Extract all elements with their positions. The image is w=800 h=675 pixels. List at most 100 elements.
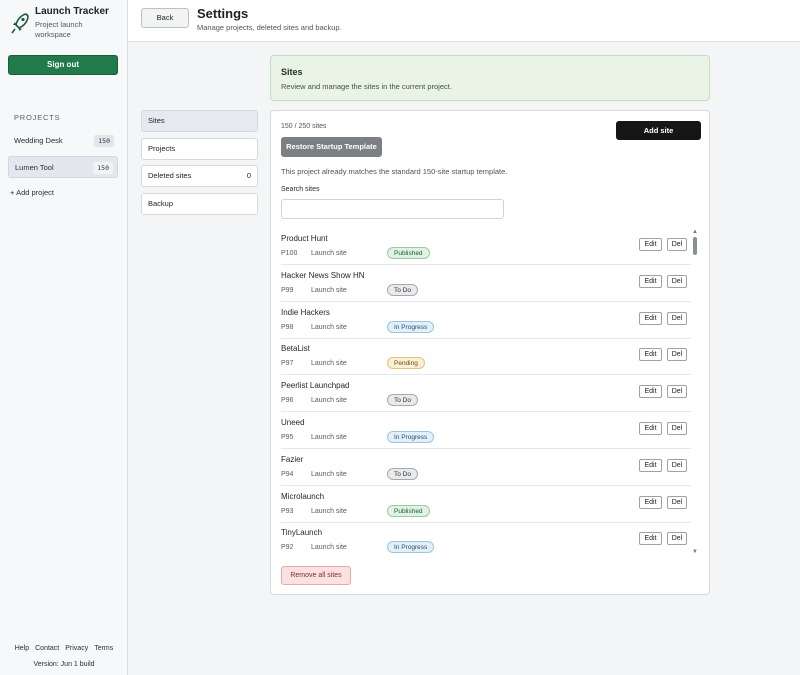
scroll-down-icon[interactable]: ▼ bbox=[692, 549, 698, 555]
project-item-wedding-desk[interactable]: Wedding Desk 150 bbox=[8, 130, 118, 152]
site-type: Launch site bbox=[311, 360, 347, 368]
edit-site-button[interactable]: Edit bbox=[639, 274, 662, 288]
delete-site-button[interactable]: Del bbox=[667, 422, 687, 435]
page-header: Back Settings Manage projects, deleted s… bbox=[128, 0, 800, 42]
app-subtitle: Project launch workspace bbox=[35, 20, 83, 39]
search-label: Search sites bbox=[281, 186, 320, 193]
site-id: P97 bbox=[281, 360, 294, 368]
delete-site-button[interactable]: Del bbox=[667, 311, 687, 325]
site-name: BetaList bbox=[281, 344, 310, 354]
site-id: P94 bbox=[281, 470, 294, 478]
site-name: Product Hunt bbox=[281, 234, 328, 243]
sign-out-button[interactable]: Sign out bbox=[8, 55, 118, 75]
scroll-thumb[interactable] bbox=[693, 237, 697, 255]
site-id: P95 bbox=[281, 434, 294, 441]
status-badge: Pending bbox=[387, 357, 425, 370]
delete-site-button[interactable]: Del bbox=[667, 458, 687, 472]
site-name: Fazier bbox=[281, 454, 304, 464]
status-badge: To Do bbox=[387, 467, 418, 480]
section-tab-backup[interactable]: Backup bbox=[141, 193, 258, 215]
sites-panel: 150 / 250 sites Add site Restore Startup… bbox=[270, 110, 710, 595]
site-type: Launch site bbox=[311, 470, 347, 478]
scroll-up-icon[interactable]: ▲ bbox=[692, 229, 698, 235]
restore-template-button[interactable]: Restore Startup Template bbox=[281, 137, 382, 157]
site-row: Uneed P95 Launch site In Progress Edit D… bbox=[281, 413, 691, 449]
section-tab-label: Sites bbox=[148, 116, 165, 125]
section-tab-projects[interactable]: Projects bbox=[141, 138, 258, 160]
footer-link-privacy[interactable]: Privacy bbox=[65, 645, 88, 652]
page-title: Settings bbox=[197, 6, 249, 21]
site-type: Launch site bbox=[311, 323, 347, 331]
back-button[interactable]: Back bbox=[141, 8, 189, 28]
edit-site-button[interactable]: Edit bbox=[639, 348, 662, 362]
app-title: Launch Tracker bbox=[35, 6, 109, 17]
delete-site-button[interactable]: Del bbox=[667, 238, 687, 251]
delete-site-button[interactable]: Del bbox=[667, 495, 687, 509]
delete-site-button[interactable]: Del bbox=[667, 348, 687, 362]
template-note: This project already matches the standar… bbox=[281, 167, 508, 176]
site-id: P96 bbox=[281, 397, 294, 405]
site-type: Launch site bbox=[311, 544, 347, 552]
projects-heading: PROJECTS bbox=[14, 113, 61, 122]
site-id: P100 bbox=[281, 250, 298, 257]
delete-site-button[interactable]: Del bbox=[667, 532, 687, 546]
section-tab-sites[interactable]: Sites bbox=[141, 110, 258, 132]
site-name: Uneed bbox=[281, 418, 305, 427]
brand: Launch Tracker Project launch workspace bbox=[10, 6, 109, 40]
site-list-scrollbar[interactable]: ▲ ▼ bbox=[691, 229, 699, 557]
sites-count: 150 / 250 sites bbox=[281, 123, 327, 130]
site-name: Indie Hackers bbox=[281, 307, 330, 317]
add-site-button[interactable]: Add site bbox=[616, 121, 701, 140]
site-type: Launch site bbox=[311, 507, 347, 515]
status-badge: To Do bbox=[387, 283, 418, 296]
status-badge: In Progress bbox=[387, 431, 435, 443]
edit-site-button[interactable]: Edit bbox=[639, 532, 662, 546]
site-row: Fazier P94 Launch site To Do Edit Del bbox=[281, 450, 691, 486]
sidebar: Launch Tracker Project launch workspace … bbox=[0, 0, 128, 675]
site-list: Product Hunt P100 Launch site Published … bbox=[281, 229, 697, 557]
site-row: Product Hunt P100 Launch site Published … bbox=[281, 229, 691, 265]
site-row: BetaList P97 Launch site Pending Edit De… bbox=[281, 339, 691, 376]
remove-all-sites-button[interactable]: Remove all sites bbox=[281, 566, 351, 585]
edit-site-button[interactable]: Edit bbox=[639, 311, 662, 325]
status-badge: Published bbox=[387, 504, 430, 517]
edit-site-button[interactable]: Edit bbox=[639, 495, 662, 509]
site-row: Hacker News Show HN P99 Launch site To D… bbox=[281, 266, 691, 302]
footer-link-help[interactable]: Help bbox=[15, 645, 29, 652]
status-badge: In Progress bbox=[387, 320, 435, 333]
status-badge: Published bbox=[387, 247, 430, 259]
site-id: P92 bbox=[281, 544, 294, 552]
site-name: TinyLaunch bbox=[281, 528, 323, 538]
footer-link-contact[interactable]: Contact bbox=[35, 645, 59, 652]
search-input[interactable] bbox=[281, 199, 504, 219]
site-type: Launch site bbox=[311, 286, 347, 294]
section-tab-deleted-sites[interactable]: Deleted sites 0 bbox=[141, 165, 258, 187]
site-id: P99 bbox=[281, 286, 294, 294]
edit-site-button[interactable]: Edit bbox=[639, 385, 662, 399]
page-subtitle: Manage projects, deleted sites and backu… bbox=[197, 23, 342, 32]
plus-icon: + bbox=[10, 188, 15, 197]
project-name: Lumen Tool bbox=[15, 163, 54, 172]
site-type: Launch site bbox=[311, 397, 347, 405]
site-row: Peerlist Launchpad P96 Launch site To Do… bbox=[281, 376, 691, 413]
project-item-lumen-tool[interactable]: Lumen Tool 150 bbox=[8, 156, 118, 178]
version-text: Version: Jun 1 build bbox=[33, 661, 95, 668]
rocket-logo-icon bbox=[11, 13, 29, 34]
delete-site-button[interactable]: Del bbox=[667, 274, 687, 288]
delete-site-button[interactable]: Del bbox=[667, 385, 687, 399]
add-project-button[interactable]: + Add project bbox=[10, 188, 54, 197]
site-type: Launch site bbox=[311, 250, 347, 257]
edit-site-button[interactable]: Edit bbox=[639, 238, 662, 251]
site-id: P93 bbox=[281, 507, 294, 515]
site-name: Microlaunch bbox=[281, 491, 325, 501]
section-tab-label: Backup bbox=[148, 199, 174, 208]
footer-link-terms[interactable]: Terms bbox=[94, 645, 113, 652]
edit-site-button[interactable]: Edit bbox=[639, 458, 662, 472]
banner-title: Sites bbox=[281, 67, 303, 77]
edit-site-button[interactable]: Edit bbox=[639, 422, 662, 435]
site-name: Hacker News Show HN bbox=[281, 270, 365, 280]
status-badge: In Progress bbox=[387, 541, 435, 554]
section-tab-label: Projects bbox=[148, 144, 176, 153]
site-name: Peerlist Launchpad bbox=[281, 381, 350, 391]
footer-links: Help Contact Privacy Terms bbox=[0, 645, 128, 652]
